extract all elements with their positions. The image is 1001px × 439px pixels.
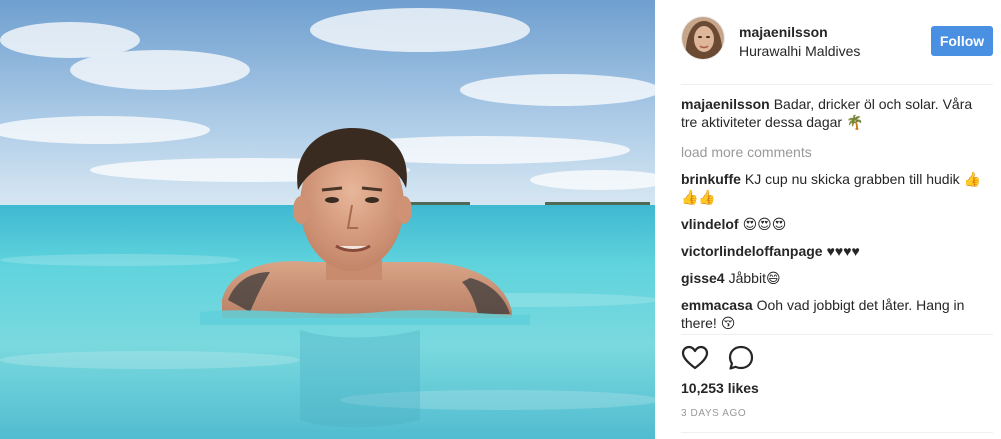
caption-username[interactable]: majaenilsson [681, 96, 770, 112]
heart-icon[interactable] [681, 344, 709, 372]
post-photo[interactable] [0, 0, 655, 439]
post-timestamp[interactable]: 3 DAYS AGO [681, 408, 746, 419]
comment-bubble-icon[interactable] [727, 344, 755, 372]
comment-item: gisse4 Jåbbit😄 [681, 269, 981, 287]
comment-item: emmacasa Ooh vad jobbigt det låter. Hang … [681, 296, 981, 332]
comment-username[interactable]: vlindelof [681, 216, 739, 232]
comment-item: vlindelof 😍😍😍 [681, 215, 981, 233]
photo-man-swimming-in-sea [0, 0, 655, 439]
comment-bubble-icon-svg [728, 345, 754, 370]
divider [681, 84, 993, 85]
comments-list[interactable]: majaenilsson Badar, dricker öl och solar.… [681, 95, 981, 335]
comment-username[interactable]: brinkuffe [681, 171, 741, 187]
post-caption: majaenilsson Badar, dricker öl och solar.… [681, 95, 981, 131]
load-more-comments-link[interactable]: load more comments [681, 143, 981, 161]
location-link[interactable]: Hurawalhi Maldives [739, 43, 860, 59]
divider [681, 334, 993, 335]
post-header: majaenilsson Hurawalhi Maldives Follow [681, 16, 993, 82]
comment-item: brinkuffe KJ cup nu skicka grabben till h… [681, 170, 981, 206]
avatar[interactable] [681, 16, 725, 60]
comment-text: ♥♥♥♥ [826, 243, 860, 259]
instagram-post: majaenilsson Hurawalhi Maldives Follow m… [0, 0, 1001, 439]
heart-icon-svg [681, 345, 709, 370]
comment-item: victorlindeloffanpage ♥♥♥♥ [681, 242, 981, 260]
comment-username[interactable]: emmacasa [681, 297, 753, 313]
comment-username[interactable]: victorlindeloffanpage [681, 243, 823, 259]
post-actions [681, 344, 755, 372]
divider [681, 432, 993, 433]
comment-text: 😍😍😍 [742, 216, 787, 232]
avatar-image [682, 17, 724, 59]
comment-text: Jåbbit😄 [728, 270, 781, 286]
header-username[interactable]: majaenilsson [739, 24, 828, 40]
likes-count[interactable]: 10,253 likes [681, 380, 759, 396]
comment-username[interactable]: gisse4 [681, 270, 725, 286]
follow-button[interactable]: Follow [931, 26, 993, 56]
post-side-panel: majaenilsson Hurawalhi Maldives Follow m… [655, 0, 1001, 439]
